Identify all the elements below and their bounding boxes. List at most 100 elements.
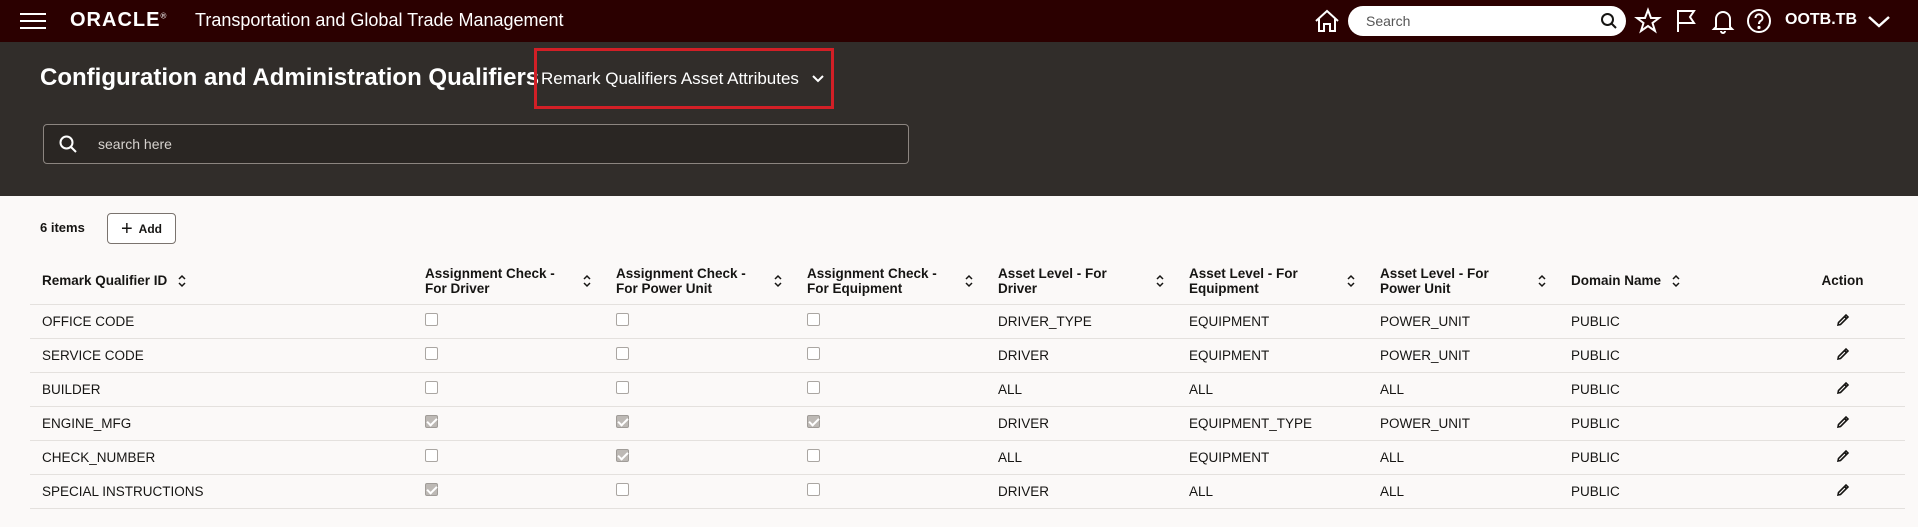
column-header-assignment-check-power-unit[interactable]: Assignment Check - For Power Unit bbox=[604, 258, 795, 305]
selector-label: Remark Qualifiers Asset Attributes bbox=[541, 68, 799, 88]
table-search[interactable] bbox=[43, 124, 909, 164]
sort-icon[interactable] bbox=[1155, 274, 1165, 288]
domain-name-cell: PUBLIC bbox=[1559, 304, 1780, 339]
assignment-check-driver-cell bbox=[413, 406, 604, 441]
search-icon[interactable] bbox=[1600, 12, 1618, 30]
domain-name-cell: PUBLIC bbox=[1559, 474, 1780, 509]
remark-qualifier-id-cell: CHECK_NUMBER bbox=[30, 440, 413, 475]
edit-icon[interactable] bbox=[1835, 448, 1851, 464]
column-header-label: Assignment Check - For Power Unit bbox=[616, 265, 746, 296]
assignment-check-equipment-checkbox bbox=[807, 381, 820, 394]
action-cell bbox=[1780, 372, 1905, 407]
column-header-domain-name[interactable]: Domain Name bbox=[1559, 258, 1780, 305]
column-header-action: Action bbox=[1780, 258, 1905, 305]
assignment-check-equipment-cell bbox=[795, 440, 986, 475]
table-search-input[interactable] bbox=[98, 136, 878, 152]
asset-level-equipment-cell: EQUIPMENT_TYPE bbox=[1177, 406, 1368, 441]
table-header-row: Remark Qualifier ID Assignment Check - For… bbox=[30, 258, 1905, 305]
sort-icon[interactable] bbox=[177, 274, 187, 288]
table-row[interactable]: OFFICE CODE DRIVER_TYPE EQUIPMENT POWER_UNI… bbox=[30, 304, 1905, 339]
column-header-label: Assignment Check - For Equipment bbox=[807, 265, 937, 296]
sort-icon[interactable] bbox=[964, 274, 974, 288]
table-row[interactable]: CHECK_NUMBER ALL EQUIPMENT ALL PUBLIC bbox=[30, 440, 1905, 475]
help-icon[interactable] bbox=[1745, 7, 1773, 35]
asset-level-power-unit-cell: POWER_UNIT bbox=[1368, 338, 1559, 373]
asset-level-driver-cell: ALL bbox=[986, 372, 1177, 407]
column-header-asset-level-power-unit[interactable]: Asset Level - For Power Unit bbox=[1368, 258, 1559, 305]
edit-icon[interactable] bbox=[1835, 380, 1851, 396]
flag-icon[interactable] bbox=[1672, 7, 1700, 35]
remark-qualifier-id-cell: OFFICE CODE bbox=[30, 304, 413, 339]
assignment-check-power-unit-cell bbox=[604, 304, 795, 339]
assignment-check-driver-checkbox bbox=[425, 415, 438, 428]
remark-qualifier-id-cell: BUILDER bbox=[30, 372, 413, 407]
column-header-assignment-check-equipment[interactable]: Assignment Check - For Equipment bbox=[795, 258, 986, 305]
action-cell bbox=[1780, 304, 1905, 339]
column-header-asset-level-driver[interactable]: Asset Level - For Driver bbox=[986, 258, 1177, 305]
assignment-check-power-unit-cell bbox=[604, 474, 795, 509]
domain-name-cell: PUBLIC bbox=[1559, 406, 1780, 441]
asset-level-driver-cell: DRIVER bbox=[986, 338, 1177, 373]
brand-text: ORACLE bbox=[70, 9, 161, 31]
hamburger-icon[interactable] bbox=[20, 13, 46, 30]
action-cell bbox=[1780, 338, 1905, 373]
table-row[interactable]: SPECIAL INSTRUCTIONS DRIVER ALL ALL PUBLIC bbox=[30, 474, 1905, 509]
brand-registered: ® bbox=[160, 11, 167, 21]
edit-icon[interactable] bbox=[1835, 312, 1851, 328]
top-bar: ORACLE® Transportation and Global Trade … bbox=[0, 0, 1918, 42]
edit-icon[interactable] bbox=[1835, 414, 1851, 430]
edit-icon[interactable] bbox=[1835, 482, 1851, 498]
column-header-asset-level-equipment[interactable]: Asset Level - For Equipment bbox=[1177, 258, 1368, 305]
table-row[interactable]: BUILDER ALL ALL ALL PUBLIC bbox=[30, 372, 1905, 407]
assignment-check-equipment-checkbox bbox=[807, 449, 820, 462]
asset-level-equipment-cell: ALL bbox=[1177, 474, 1368, 509]
assignment-check-equipment-cell bbox=[795, 406, 986, 441]
user-menu-label[interactable]: OOTB.TB bbox=[1785, 11, 1857, 29]
asset-level-driver-cell: DRIVER_TYPE bbox=[986, 304, 1177, 339]
action-cell bbox=[1780, 440, 1905, 475]
sort-icon[interactable] bbox=[1537, 274, 1547, 288]
assignment-check-equipment-cell bbox=[795, 338, 986, 373]
asset-level-driver-cell: DRIVER bbox=[986, 406, 1177, 441]
search-icon bbox=[59, 135, 77, 153]
assignment-check-power-unit-checkbox bbox=[616, 347, 629, 360]
column-header-remark-qualifier-id[interactable]: Remark Qualifier ID bbox=[30, 258, 413, 305]
sort-icon[interactable] bbox=[773, 274, 783, 288]
edit-icon[interactable] bbox=[1835, 346, 1851, 362]
global-search-input[interactable] bbox=[1366, 13, 1586, 29]
asset-level-power-unit-cell: POWER_UNIT bbox=[1368, 304, 1559, 339]
assignment-check-equipment-checkbox bbox=[807, 415, 820, 428]
app-title: Transportation and Global Trade Manageme… bbox=[195, 10, 564, 30]
assignment-check-driver-checkbox bbox=[425, 313, 438, 326]
assignment-check-driver-checkbox bbox=[425, 449, 438, 462]
asset-level-power-unit-cell: POWER_UNIT bbox=[1368, 406, 1559, 441]
assignment-check-equipment-checkbox bbox=[807, 347, 820, 360]
asset-level-driver-cell: DRIVER bbox=[986, 474, 1177, 509]
home-icon[interactable] bbox=[1313, 7, 1341, 35]
qualifiers-table: Remark Qualifier ID Assignment Check - For… bbox=[30, 258, 1905, 509]
sort-icon[interactable] bbox=[1671, 274, 1681, 288]
item-count: 6 items bbox=[40, 220, 85, 235]
qualifier-type-selector[interactable]: Remark Qualifiers Asset Attributes bbox=[534, 48, 834, 109]
chevron-down-icon[interactable] bbox=[1866, 10, 1892, 32]
table-row[interactable]: ENGINE_MFG DRIVER EQUIPMENT_TYPE POWER_UNIT… bbox=[30, 406, 1905, 441]
add-button[interactable]: + Add bbox=[107, 213, 176, 244]
star-icon[interactable] bbox=[1634, 7, 1662, 35]
global-search[interactable] bbox=[1348, 6, 1626, 36]
asset-level-power-unit-cell: ALL bbox=[1368, 440, 1559, 475]
assignment-check-driver-cell bbox=[413, 474, 604, 509]
table-row[interactable]: SERVICE CODE DRIVER EQUIPMENT POWER_UNIT PUB… bbox=[30, 338, 1905, 373]
sort-icon[interactable] bbox=[582, 274, 592, 288]
assignment-check-power-unit-checkbox bbox=[616, 449, 629, 462]
assignment-check-power-unit-checkbox bbox=[616, 483, 629, 496]
asset-level-power-unit-cell: ALL bbox=[1368, 372, 1559, 407]
assignment-check-driver-checkbox bbox=[425, 381, 438, 394]
asset-level-equipment-cell: EQUIPMENT bbox=[1177, 304, 1368, 339]
sort-icon[interactable] bbox=[1346, 274, 1356, 288]
column-header-assignment-check-driver[interactable]: Assignment Check - For Driver bbox=[413, 258, 604, 305]
column-header-label: Asset Level - For Equipment bbox=[1189, 265, 1298, 296]
column-header-label: Assignment Check - For Driver bbox=[425, 265, 555, 296]
bell-icon[interactable] bbox=[1709, 7, 1737, 35]
column-header-label: Action bbox=[1821, 273, 1864, 289]
assignment-check-equipment-checkbox bbox=[807, 313, 820, 326]
